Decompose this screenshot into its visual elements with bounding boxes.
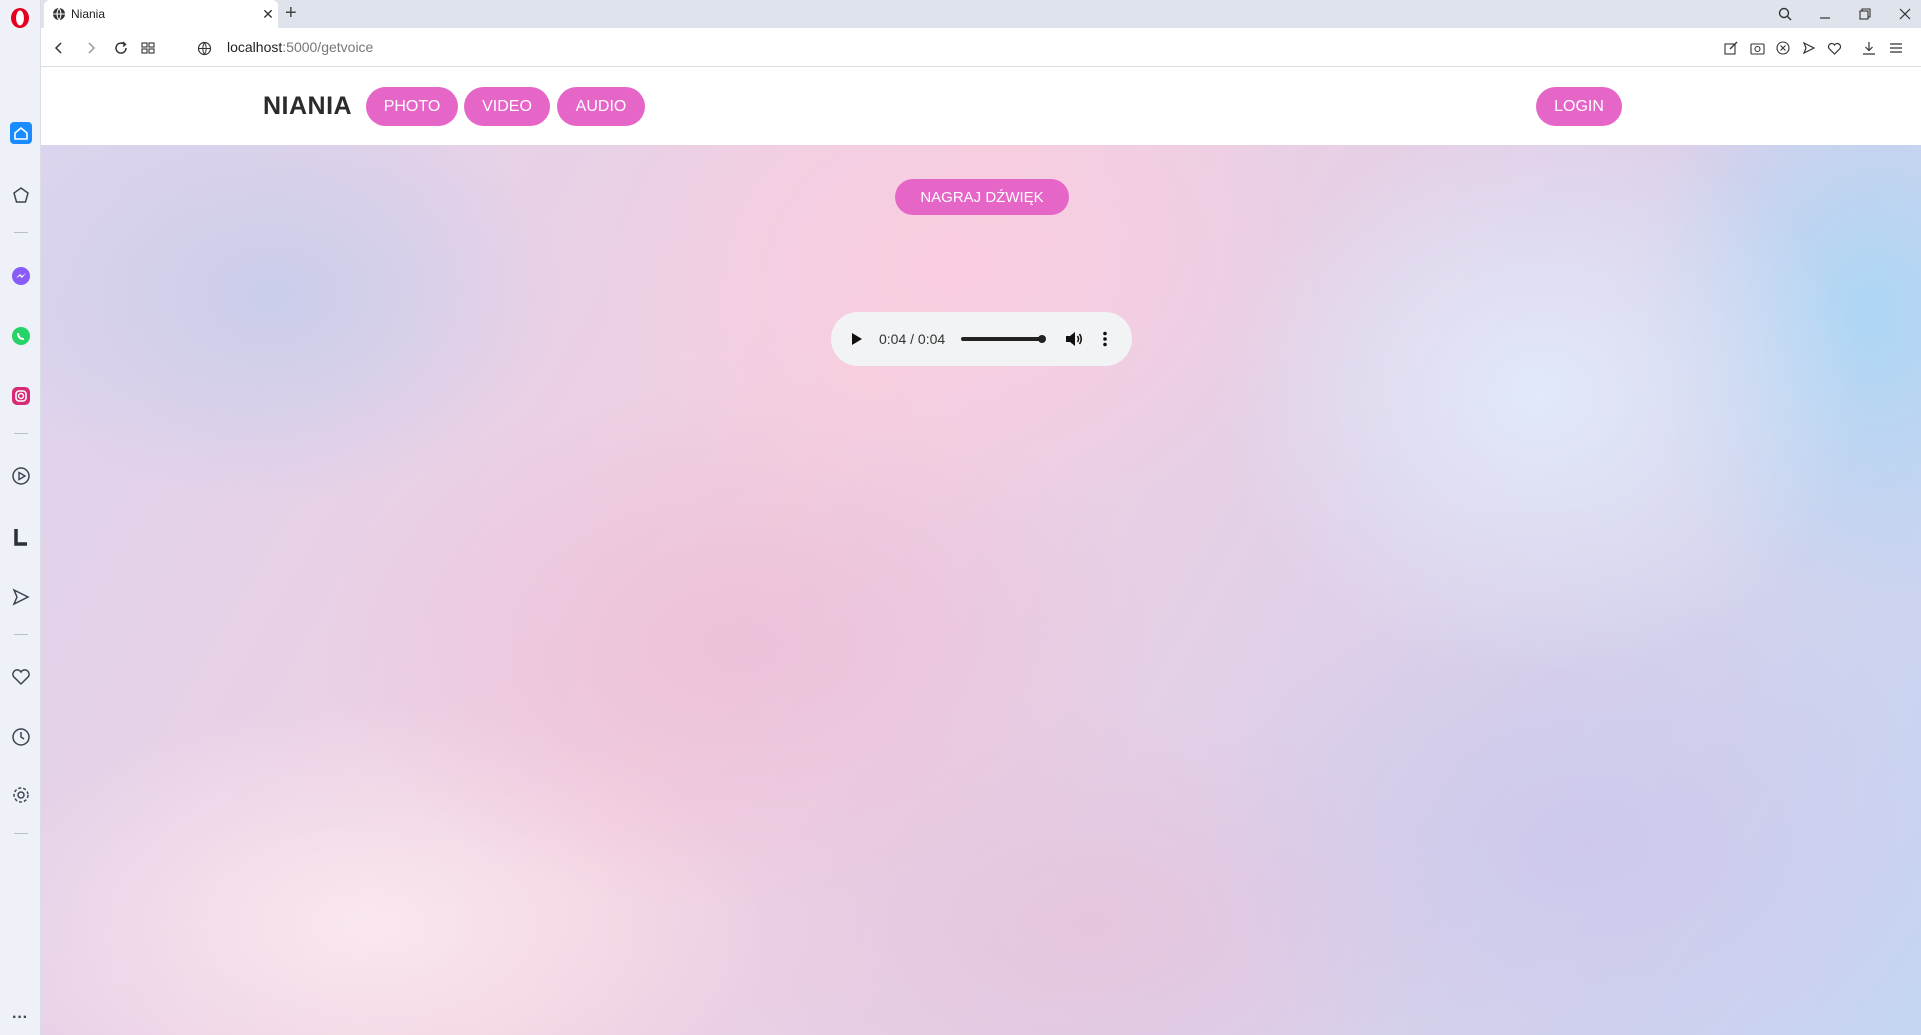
- url-field[interactable]: localhost:5000/getvoice: [227, 39, 373, 55]
- download-icon[interactable]: [1859, 38, 1879, 58]
- settings-icon[interactable]: [8, 782, 33, 807]
- site-info-globe-icon[interactable]: [193, 37, 215, 59]
- bookmark-heart-icon[interactable]: [1824, 38, 1844, 58]
- url-host: localhost: [227, 39, 283, 55]
- camera-icon[interactable]: [1747, 38, 1767, 58]
- opera-sidebar: ···: [0, 0, 41, 1035]
- send-icon[interactable]: [8, 584, 33, 609]
- easy-setup-icon[interactable]: [1886, 38, 1906, 58]
- speed-dial-icon[interactable]: [8, 182, 33, 207]
- opera-logo-icon[interactable]: [8, 6, 32, 30]
- reload-icon[interactable]: [110, 37, 132, 59]
- home-icon[interactable]: [8, 120, 33, 145]
- audio-time: 0:04 / 0:04: [879, 331, 946, 347]
- new-tab-button[interactable]: +: [285, 2, 297, 24]
- audio-progress-thumb[interactable]: [1038, 335, 1047, 343]
- adblock-icon[interactable]: [1773, 38, 1793, 58]
- nav-photo-button[interactable]: PHOTO: [366, 87, 458, 126]
- address-bar: localhost:5000/getvoice: [41, 28, 1921, 67]
- sidebar-separator: [14, 232, 28, 233]
- search-tabs-icon[interactable]: [1774, 3, 1796, 25]
- volume-icon[interactable]: [1065, 330, 1083, 348]
- record-sound-button[interactable]: NAGRAJ DŹWIĘK: [895, 179, 1069, 215]
- cloud-background: NAGRAJ DŹWIĘK 0:04 / 0:04: [41, 145, 1921, 1035]
- player-icon[interactable]: [8, 463, 33, 488]
- l-icon[interactable]: [8, 524, 33, 549]
- sidebar-separator: [14, 833, 28, 834]
- sidebar-separator: [14, 634, 28, 635]
- site-navbar: NIANIA PHOTO VIDEO AUDIO LOGIN: [41, 67, 1921, 145]
- heart-icon[interactable]: [8, 664, 33, 689]
- tab-close-icon[interactable]: ✕: [258, 6, 278, 23]
- nav-video-button[interactable]: VIDEO: [464, 87, 550, 126]
- tab-snapshot-icon[interactable]: [137, 37, 159, 59]
- send-toolbar-icon[interactable]: [1799, 38, 1819, 58]
- more-options-icon[interactable]: [1097, 330, 1113, 348]
- sidebar-separator: [14, 433, 28, 434]
- sidebar-more-icon[interactable]: ···: [6, 1005, 34, 1030]
- audio-progress-slider[interactable]: [961, 335, 1047, 343]
- web-page: NIANIA PHOTO VIDEO AUDIO LOGIN NAGRAJ DŹ…: [41, 67, 1921, 1035]
- instagram-icon[interactable]: [8, 383, 33, 408]
- minimize-icon[interactable]: [1814, 3, 1836, 25]
- tab-niania[interactable]: Niania ✕: [44, 0, 278, 28]
- tab-title: Niania: [71, 7, 106, 21]
- login-button[interactable]: LOGIN: [1536, 87, 1622, 126]
- nav-audio-button[interactable]: AUDIO: [557, 87, 645, 126]
- restore-icon[interactable]: [1854, 3, 1876, 25]
- edit-icon[interactable]: [1721, 38, 1741, 58]
- play-icon[interactable]: [849, 331, 865, 347]
- history-icon[interactable]: [8, 724, 33, 749]
- forward-icon[interactable]: [80, 37, 102, 59]
- tab-strip: Niania ✕ +: [41, 0, 1921, 28]
- url-path: :5000/getvoice: [282, 39, 374, 55]
- audio-player[interactable]: 0:04 / 0:04: [831, 312, 1132, 366]
- globe-icon: [53, 7, 65, 21]
- whatsapp-icon[interactable]: [8, 323, 33, 348]
- close-window-icon[interactable]: [1894, 3, 1916, 25]
- back-icon[interactable]: [48, 37, 70, 59]
- messenger-icon[interactable]: [8, 263, 33, 288]
- site-brand[interactable]: NIANIA: [263, 92, 352, 121]
